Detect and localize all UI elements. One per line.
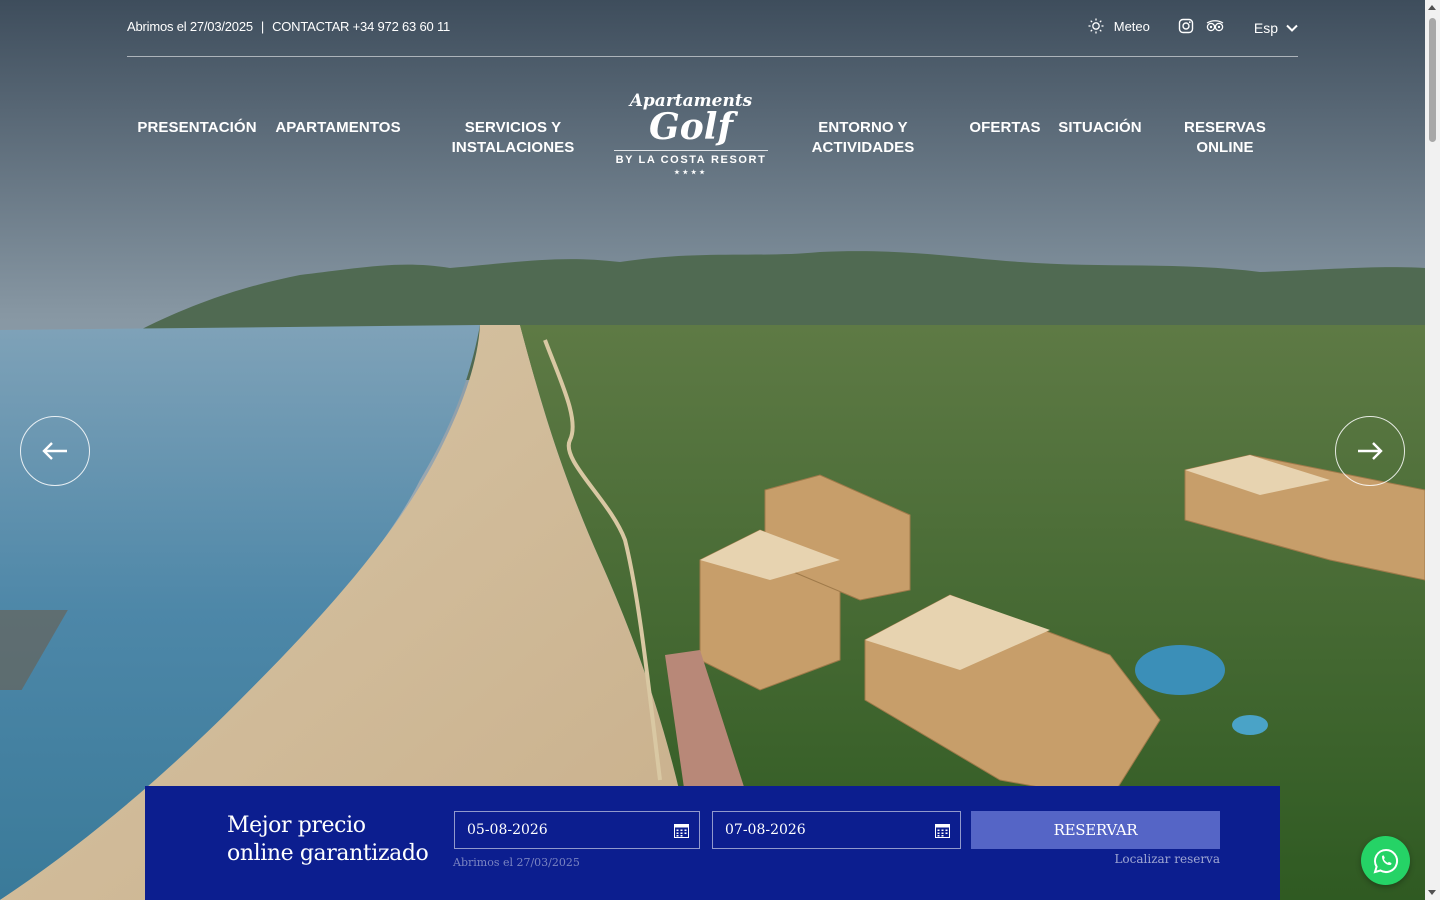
- booking-widget: Mejor precio online garantizado 05-08-20…: [145, 786, 1280, 900]
- logo-brand: LA COSTA: [638, 154, 707, 166]
- logo-resort: RESORT: [710, 154, 767, 166]
- whatsapp-icon: [1373, 848, 1398, 873]
- checkout-date-field[interactable]: 07-08-2026: [712, 811, 961, 849]
- nav-item-situacion[interactable]: SITUACIÓN: [1057, 118, 1143, 138]
- opening-date-text: Abrimos el 27/03/2025: [127, 19, 253, 34]
- slider-prev-button[interactable]: [20, 416, 90, 486]
- contact-link[interactable]: CONTACTAR +34 972 63 60 11: [272, 19, 450, 34]
- nav-item-servicios[interactable]: SERVICIOS Y INSTALACIONES: [448, 118, 578, 158]
- nav-item-ofertas[interactable]: OFERTAS: [968, 118, 1042, 138]
- meteo-label: Meteo: [1113, 18, 1150, 34]
- separator: |: [260, 19, 265, 34]
- main-navigation: PRESENTACIÓN APARTAMENTOS SERVICIOS Y IN…: [0, 88, 1425, 188]
- arrow-left-icon: [42, 442, 67, 460]
- arrow-right-icon: [1358, 442, 1383, 460]
- scroll-up-arrow[interactable]: [1428, 5, 1436, 10]
- logo-line-golf: Golf: [649, 106, 733, 148]
- language-label: Esp: [1253, 20, 1278, 36]
- nav-item-presentacion[interactable]: PRESENTACIÓN: [137, 118, 257, 138]
- scroll-down-arrow[interactable]: [1428, 890, 1436, 895]
- nav-item-entorno[interactable]: ENTORNO Y ACTIVIDADES: [805, 118, 921, 158]
- reservar-button[interactable]: RESERVAR: [971, 811, 1220, 849]
- chevron-down-icon: [1286, 24, 1298, 32]
- page-scrollbar[interactable]: [1425, 0, 1440, 900]
- slider-next-button[interactable]: [1335, 416, 1405, 486]
- tripadvisor-icon[interactable]: [1206, 19, 1224, 33]
- calendar-icon: [935, 824, 950, 838]
- localizar-reserva-link[interactable]: Localizar reserva: [1114, 852, 1220, 866]
- booking-title: Mejor precio online garantizado: [227, 812, 429, 868]
- social-links: [1178, 18, 1224, 34]
- checkin-value: 05-08-2026: [467, 822, 548, 838]
- logo-tagline: BY LA COSTA RESORT: [614, 150, 768, 166]
- scrollbar-thumb[interactable]: [1429, 18, 1436, 142]
- site-logo[interactable]: Apartaments Golf BY LA COSTA RESORT ★★★★: [614, 92, 768, 176]
- nav-item-reservas-online[interactable]: RESERVAS ONLINE: [1180, 118, 1270, 158]
- logo-by: BY: [615, 154, 634, 166]
- checkout-value: 07-08-2026: [725, 822, 806, 838]
- whatsapp-button[interactable]: [1361, 836, 1410, 885]
- checkin-date-field[interactable]: 05-08-2026: [454, 811, 700, 849]
- calendar-icon: [674, 824, 689, 838]
- logo-stars: ★★★★: [674, 170, 708, 176]
- booking-title-line2: online garantizado: [227, 841, 429, 866]
- language-selector[interactable]: Esp: [1254, 20, 1298, 36]
- booking-title-line1: Mejor precio: [227, 813, 366, 838]
- top-bar-actions: Meteo Esp: [1088, 16, 1298, 36]
- instagram-icon[interactable]: [1178, 18, 1194, 34]
- meteo-link[interactable]: Meteo: [1088, 18, 1150, 34]
- nav-item-apartamentos[interactable]: APARTAMENTOS: [274, 118, 402, 138]
- sun-icon: [1088, 18, 1104, 34]
- top-bar: Abrimos el 27/03/2025 | CONTACTAR +34 972 …: [127, 14, 1298, 57]
- opening-note: Abrimos el 27/03/2025: [453, 856, 580, 869]
- top-bar-info: Abrimos el 27/03/2025 | CONTACTAR +34 972 …: [127, 19, 450, 34]
